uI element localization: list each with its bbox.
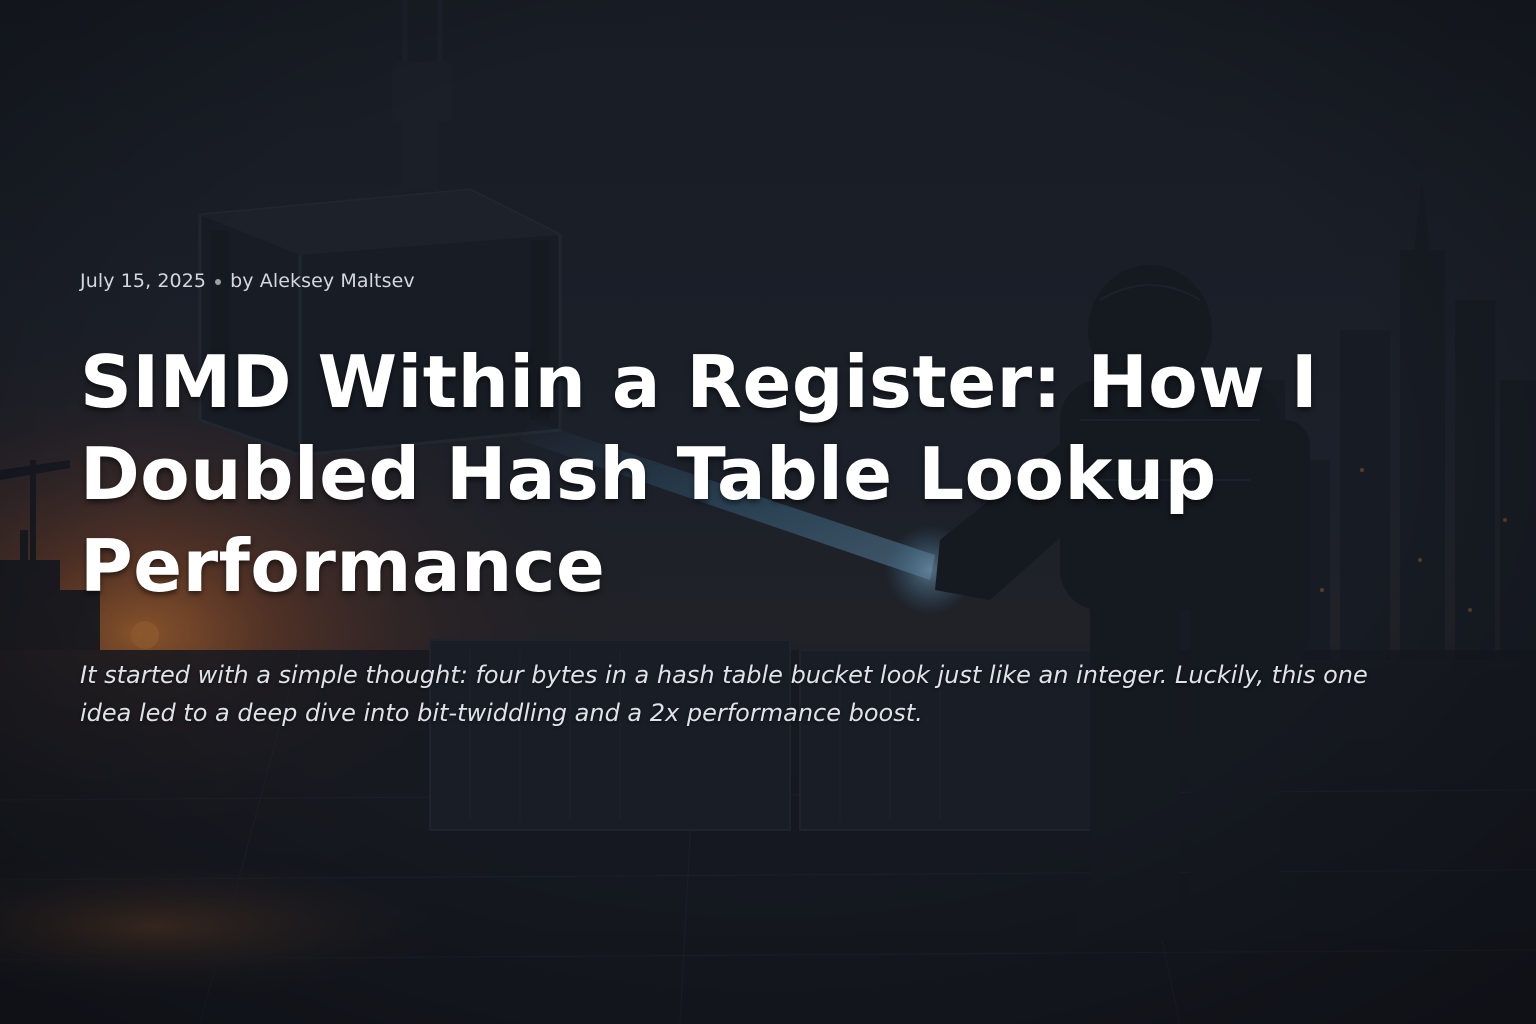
article-subtitle: It started with a simple thought: four b…: [80, 661, 1368, 727]
article-title: SIMD Within a Register: How I Doubled Ha…: [80, 340, 1319, 608]
article-header: July 15, 2025 by Aleksey Maltsev SIMD Wi…: [80, 266, 1410, 732]
article-meta: July 15, 2025 by Aleksey Maltsev: [80, 266, 1410, 296]
separator-dot: [215, 279, 222, 285]
author-byline[interactable]: by Aleksey Maltsev: [230, 270, 415, 292]
publish-date: July 15, 2025: [80, 270, 207, 292]
article-hero: July 15, 2025 by Aleksey Maltsev SIMD Wi…: [0, 0, 1536, 1024]
